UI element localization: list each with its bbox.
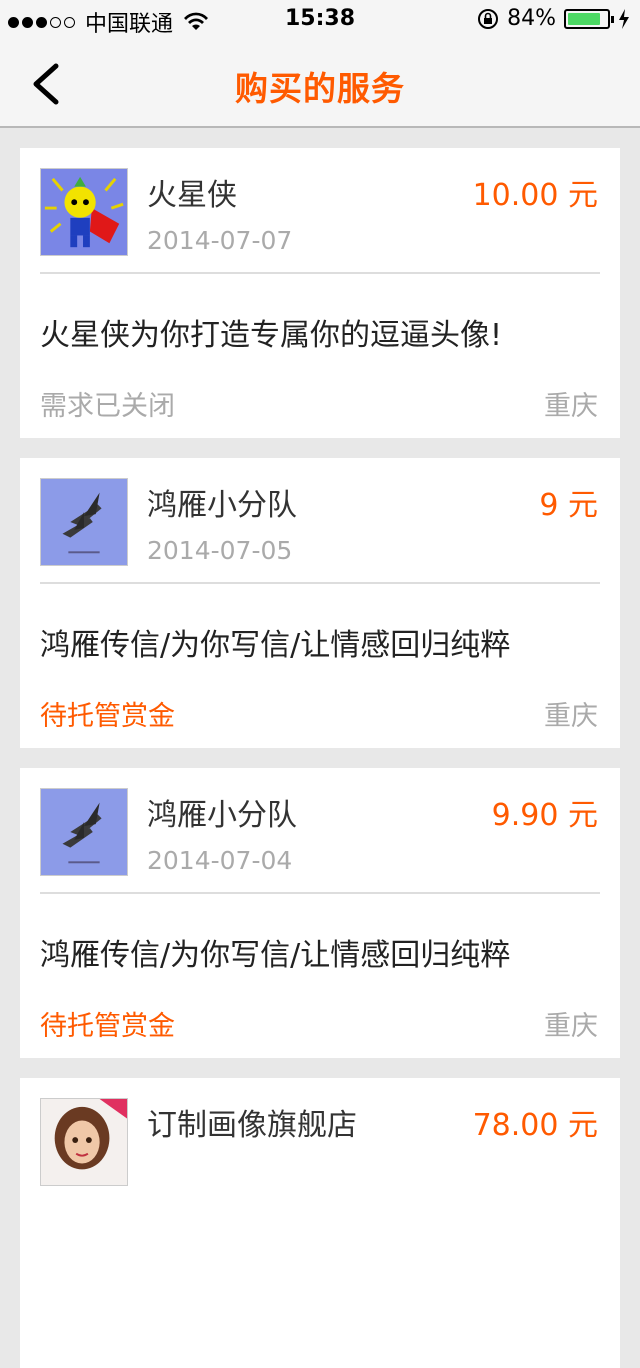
battery-percent: 84% — [507, 6, 556, 31]
order-card[interactable]: 鸿雁小分队 2014-07-05 9 元 鸿雁传信/为你写信/让情感回归纯粹 待… — [20, 458, 620, 748]
order-price: 78.00 元 — [472, 1108, 598, 1143]
order-card[interactable]: 鸿雁小分队 2014-07-04 9.90 元 鸿雁传信/为你写信/让情感回归纯… — [20, 768, 620, 1058]
seller-avatar — [40, 478, 128, 566]
order-city: 重庆 — [544, 701, 598, 732]
order-date: 2014-07-04 — [147, 846, 293, 875]
rotation-lock-icon — [478, 8, 499, 29]
card-divider — [40, 582, 600, 584]
order-date: 2014-07-07 — [147, 226, 293, 255]
status-bar: 中国联通 15:38 84% — [0, 0, 640, 40]
order-price: 9 元 — [539, 488, 598, 523]
order-card[interactable]: 火星侠 2014-07-07 10.00 元 火星侠为你打造专属你的逗逼头像! … — [20, 148, 620, 438]
order-price: 10.00 元 — [472, 178, 598, 213]
order-status: 待托管赏金 — [40, 1011, 175, 1042]
seller-name: 鸿雁小分队 — [147, 798, 297, 833]
geese-avatar — [41, 479, 127, 565]
service-description: 火星侠为你打造专属你的逗逼头像! — [40, 318, 503, 353]
seller-avatar — [40, 168, 128, 256]
seller-name: 订制画像旗舰店 — [147, 1108, 357, 1143]
page-title: 购买的服务 — [235, 69, 405, 108]
geese-avatar — [41, 789, 127, 875]
order-city: 重庆 — [544, 391, 598, 422]
battery-icon — [564, 8, 614, 29]
battery-level — [568, 12, 600, 25]
portrait-avatar — [41, 1099, 127, 1185]
seller-avatar — [40, 1098, 128, 1186]
charging-bolt-icon — [619, 8, 629, 29]
service-description: 鸿雁传信/为你写信/让情感回归纯粹 — [40, 938, 511, 973]
battery-cap — [611, 15, 614, 23]
order-status: 需求已关闭 — [40, 391, 175, 422]
navigation-bar: 购买的服务 — [0, 40, 640, 128]
seller-name: 火星侠 — [147, 178, 237, 213]
order-city: 重庆 — [544, 1011, 598, 1042]
service-description: 鸿雁传信/为你写信/让情感回归纯粹 — [40, 628, 511, 663]
seller-name: 鸿雁小分队 — [147, 488, 297, 523]
order-status: 待托管赏金 — [40, 701, 175, 732]
cartoon-hero-avatar — [41, 169, 127, 255]
order-date: 2014-07-05 — [147, 536, 293, 565]
card-divider — [40, 272, 600, 274]
order-card[interactable]: 订制画像旗舰店 78.00 元 — [20, 1078, 620, 1368]
order-price: 9.90 元 — [491, 798, 598, 833]
status-bar-right: 84% — [477, 6, 630, 31]
seller-avatar — [40, 788, 128, 876]
card-divider — [40, 892, 600, 894]
